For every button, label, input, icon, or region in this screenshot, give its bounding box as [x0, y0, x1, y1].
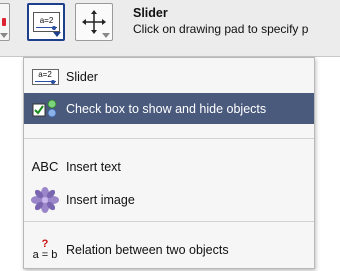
slider-icon-wrap: a=2: [24, 62, 66, 91]
question-mark-icon: ?: [41, 237, 49, 250]
text-icon-wrap: ABC: [24, 152, 66, 181]
menu-item-label: Insert image: [66, 192, 135, 207]
previous-tool-button[interactable]: [0, 3, 10, 41]
menu-divider: [24, 138, 314, 139]
dropdown-arrow-icon: [102, 33, 110, 38]
tool-description: Click on drawing pad to specify p: [133, 22, 309, 36]
slider-icon-text: a=2: [39, 16, 54, 25]
menu-item-checkbox[interactable]: Check box to show and hide objects: [24, 93, 314, 124]
text-icon: ABC: [31, 159, 59, 174]
menu-divider: [24, 221, 314, 222]
slider-icon: a=2: [31, 68, 59, 85]
move-graphics-tool-button[interactable]: [75, 3, 113, 41]
toolbar: a=2 Slider Click on drawing pad to speci…: [0, 0, 340, 57]
image-icon-wrap: [24, 185, 66, 214]
dropdown-arrow-icon: [53, 32, 61, 37]
menu-item-slider[interactable]: a=2 Slider: [24, 62, 314, 91]
menu-item-insert-image[interactable]: Insert image: [24, 185, 314, 214]
tool-indicator-icon: [2, 18, 6, 26]
tool-dropdown-menu: a=2 Slider Check box to show and hide ob…: [23, 57, 315, 269]
menu-item-insert-text[interactable]: ABC Insert text: [24, 152, 314, 181]
dropdown-arrow-icon: [0, 33, 8, 38]
checkbox-icon: [32, 99, 57, 117]
image-icon: [31, 186, 59, 213]
slider-icon-text: a=2: [38, 69, 52, 79]
menu-item-label: Insert text: [66, 159, 121, 174]
menu-item-label: Check box to show and hide objects: [66, 101, 267, 116]
relation-icon-text: a = b: [32, 248, 58, 261]
slider-tool-button[interactable]: a=2: [27, 3, 65, 41]
menu-item-relation[interactable]: ? a = b Relation between two objects: [24, 235, 314, 264]
menu-item-label: Relation between two objects: [66, 242, 229, 257]
slider-icon: a=2: [33, 12, 60, 32]
relation-icon: ? a = b: [24, 235, 66, 264]
tool-title: Slider: [133, 6, 168, 20]
menu-item-label: Slider: [66, 69, 98, 84]
checkbox-icon-wrap: [24, 94, 66, 123]
